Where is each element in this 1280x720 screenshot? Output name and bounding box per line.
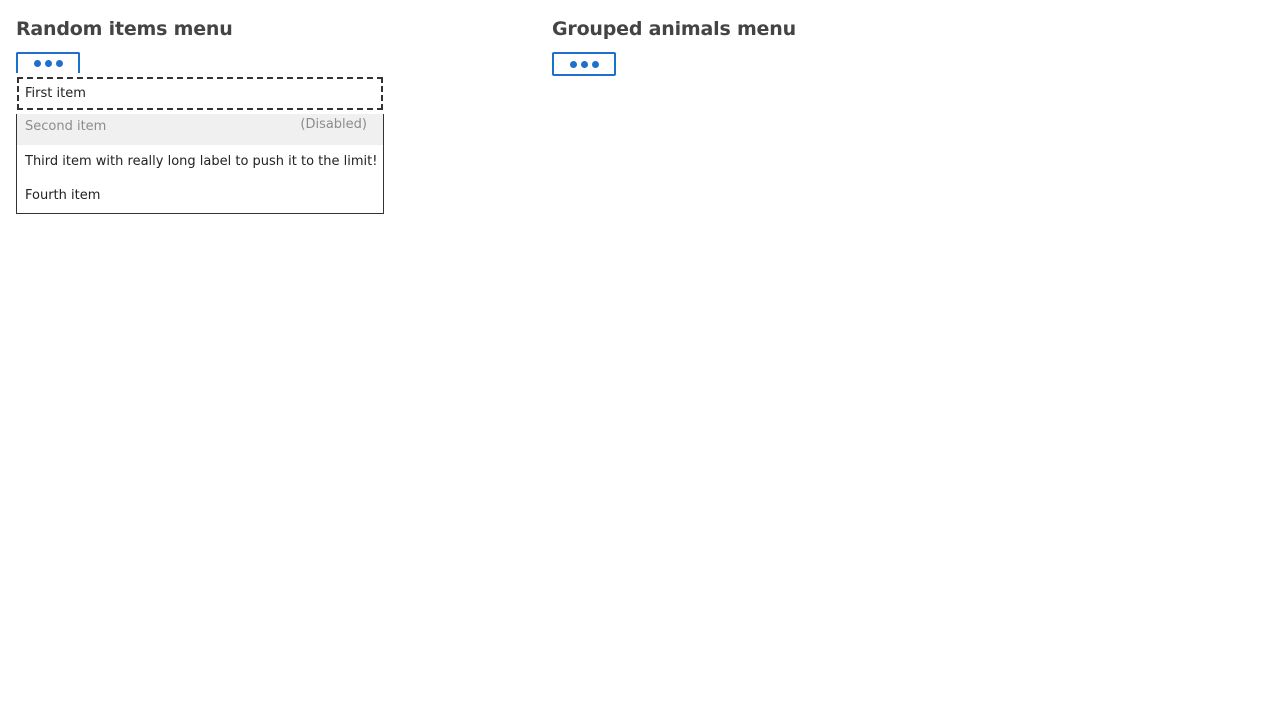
menu-item-label: First item	[25, 86, 86, 101]
random-items-title: Random items menu	[16, 18, 233, 40]
ellipsis-dot-icon	[55, 60, 63, 67]
random-items-menu-list: First item Second item (Disabled) Third …	[16, 76, 384, 214]
menu-item-third[interactable]: Third item with really long label to pus…	[16, 145, 384, 179]
ellipsis-dot-icon	[44, 60, 52, 67]
disabled-note: (Disabled)	[300, 117, 367, 132]
menu-item-first[interactable]: First item	[17, 77, 383, 110]
ellipsis-dot-icon	[33, 60, 41, 67]
menu-item-label: Third item with really long label to pus…	[25, 154, 378, 169]
ellipsis-dot-icon	[569, 60, 577, 68]
menu-item-second: Second item (Disabled)	[16, 114, 384, 145]
ellipsis-dot-icon	[591, 60, 599, 68]
grouped-animals-menu-button[interactable]	[552, 52, 616, 76]
grouped-animals-title: Grouped animals menu	[552, 18, 796, 40]
menu-item-label: Fourth item	[25, 188, 101, 203]
menu-item-label: Second item	[25, 119, 107, 134]
menu-item-fourth[interactable]: Fourth item	[16, 179, 384, 214]
random-items-menu-button[interactable]	[16, 52, 80, 73]
ellipsis-dot-icon	[580, 60, 588, 68]
